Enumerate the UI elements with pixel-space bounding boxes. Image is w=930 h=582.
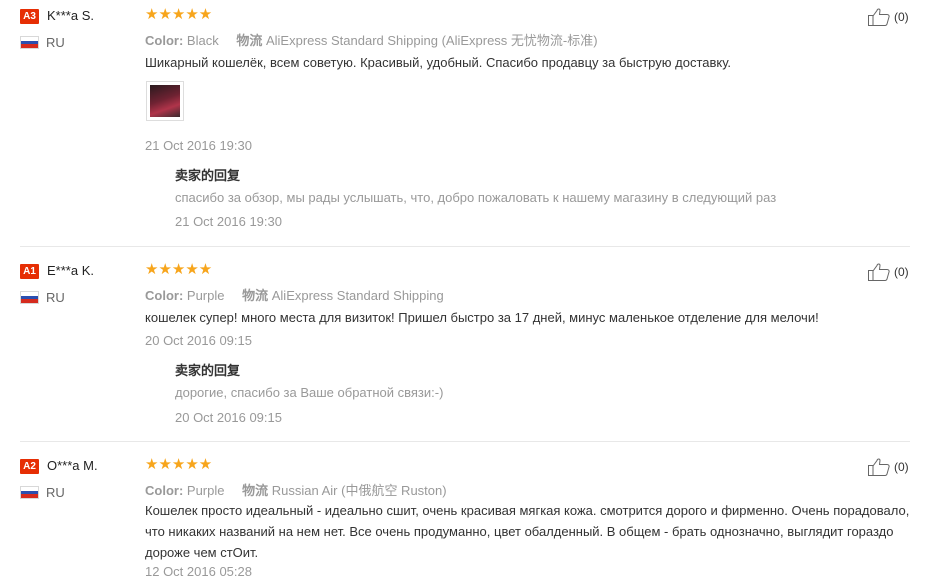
buyer-level-badge: A1 bbox=[20, 264, 39, 279]
star-rating: ★★★★★ bbox=[145, 261, 213, 278]
color-label: Color: bbox=[145, 33, 184, 48]
color-value: Purple bbox=[186, 483, 225, 498]
thumbs-up-icon[interactable] bbox=[867, 262, 891, 282]
buyer-level-badge: A3 bbox=[20, 9, 39, 24]
review-date: 21 Oct 2016 19:30 bbox=[145, 138, 252, 153]
buyer-country: RU bbox=[46, 290, 65, 305]
review-date: 20 Oct 2016 09:15 bbox=[145, 333, 252, 348]
star-rating: ★★★★★ bbox=[145, 456, 213, 473]
buyer-country: RU bbox=[46, 35, 65, 50]
thumbs-up-icon[interactable] bbox=[867, 457, 891, 477]
russia-flag-icon bbox=[20, 486, 39, 499]
review-divider bbox=[20, 441, 910, 442]
russia-flag-icon bbox=[20, 291, 39, 304]
color-label: Color: bbox=[145, 288, 184, 303]
buyer-name: E***a K. bbox=[47, 263, 94, 278]
color-value: Purple bbox=[186, 288, 225, 303]
like-count: (0) bbox=[894, 265, 909, 279]
star-rating: ★★★★★ bbox=[145, 6, 213, 23]
review-date: 12 Oct 2016 05:28 bbox=[145, 564, 252, 579]
thumbs-up-icon[interactable] bbox=[867, 7, 891, 27]
seller-reply-text: спасибо за обзор, мы рады услышать, что,… bbox=[175, 190, 777, 205]
like-count: (0) bbox=[894, 10, 909, 24]
order-info: Color: Purple 物流 AliExpress Standard Shi… bbox=[145, 285, 444, 304]
shipping-value: AliExpress Standard Shipping bbox=[271, 288, 444, 303]
shipping-value: AliExpress Standard Shipping (AliExpress… bbox=[265, 33, 598, 48]
seller-reply-title: 卖家的回复 bbox=[175, 363, 241, 378]
shipping-label: 物流 bbox=[236, 33, 263, 48]
order-info: Color: Purple 物流 Russian Air (中俄航空 Rusto… bbox=[145, 480, 447, 499]
buyer-name: K***a S. bbox=[47, 8, 94, 23]
color-label: Color: bbox=[145, 483, 184, 498]
order-info: Color: Black 物流 AliExpress Standard Ship… bbox=[145, 30, 598, 49]
review-text: Кошелек просто идеальный - идеально сшит… bbox=[145, 503, 910, 560]
review-photo-thumbnail[interactable] bbox=[146, 81, 184, 121]
buyer-name: O***a M. bbox=[47, 458, 98, 473]
review-text: кошелек супер! много места для визиток! … bbox=[145, 310, 819, 325]
shipping-label: 物流 bbox=[242, 288, 269, 303]
seller-reply-date: 20 Oct 2016 09:15 bbox=[175, 410, 282, 425]
seller-reply-text: дорогие, спасибо за Ваше обратной связи:… bbox=[175, 385, 444, 400]
russia-flag-icon bbox=[20, 36, 39, 49]
color-value: Black bbox=[186, 33, 219, 48]
seller-reply-date: 21 Oct 2016 19:30 bbox=[175, 214, 282, 229]
shipping-value: Russian Air (中俄航空 Ruston) bbox=[271, 483, 447, 498]
shipping-label: 物流 bbox=[242, 483, 269, 498]
buyer-country: RU bbox=[46, 485, 65, 500]
review-text: Шикарный кошелёк, всем советую. Красивый… bbox=[145, 55, 732, 70]
review-divider bbox=[20, 246, 910, 247]
like-count: (0) bbox=[894, 460, 909, 474]
buyer-level-badge: A2 bbox=[20, 459, 39, 474]
seller-reply-title: 卖家的回复 bbox=[175, 168, 241, 183]
